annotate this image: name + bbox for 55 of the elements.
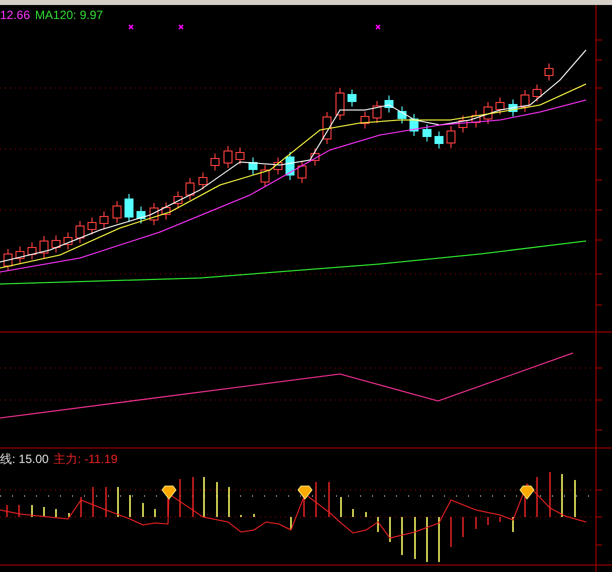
candlestick	[410, 114, 418, 136]
candlestick	[198, 172, 208, 190]
candlestick	[260, 164, 270, 188]
candlestick	[174, 191, 182, 209]
candlestick	[4, 248, 12, 272]
candlestick	[446, 126, 456, 148]
diamond-icon	[162, 486, 176, 500]
diamond-icon	[520, 486, 534, 500]
candlestick	[16, 246, 24, 264]
candlestick	[162, 202, 170, 220]
indicator-value: MA120: 9.97	[35, 8, 104, 22]
indicator-value: 线: 15.00	[0, 452, 49, 466]
signal-mark-icon	[375, 24, 381, 30]
candlestick	[322, 112, 332, 144]
candlestick	[40, 236, 48, 258]
indicator-value: 主力: -11.19	[54, 452, 118, 466]
candlestick	[64, 232, 72, 250]
candlestick	[484, 102, 492, 124]
candlestick	[360, 111, 370, 129]
candlestick	[100, 211, 108, 229]
candlestick	[496, 97, 504, 115]
candlestick	[532, 84, 542, 102]
candlestick	[372, 100, 382, 124]
candlestick	[274, 157, 282, 175]
candlestick	[472, 110, 480, 128]
candlestick	[544, 63, 554, 81]
candlestick	[236, 147, 244, 165]
candlestick	[52, 235, 60, 253]
candlestick	[398, 106, 406, 124]
candlestick	[28, 242, 36, 260]
candlestick	[336, 88, 344, 120]
candlestick	[186, 178, 194, 200]
candlestick	[224, 146, 232, 168]
candlestick	[210, 153, 220, 171]
candlestick	[434, 131, 444, 149]
candlestick	[76, 220, 84, 244]
signal-mark-icon	[178, 24, 184, 30]
candlestick	[520, 90, 530, 112]
candlestick	[458, 115, 468, 133]
candlestick	[112, 200, 122, 224]
candlestick	[298, 160, 306, 184]
candlestick	[508, 99, 518, 117]
signal-mark-icon	[128, 24, 134, 30]
candlestick	[286, 152, 294, 180]
candlestick	[124, 194, 134, 222]
candlestick	[150, 202, 158, 226]
candlestick	[248, 157, 258, 175]
diamond-icon	[298, 486, 312, 500]
candlestick	[422, 124, 432, 142]
candlestick	[310, 148, 320, 166]
candlestick	[136, 206, 146, 224]
candlestick	[348, 89, 356, 107]
indicator-value: 12.66	[0, 8, 30, 22]
candlestick	[384, 95, 394, 113]
candlestick	[88, 217, 96, 235]
